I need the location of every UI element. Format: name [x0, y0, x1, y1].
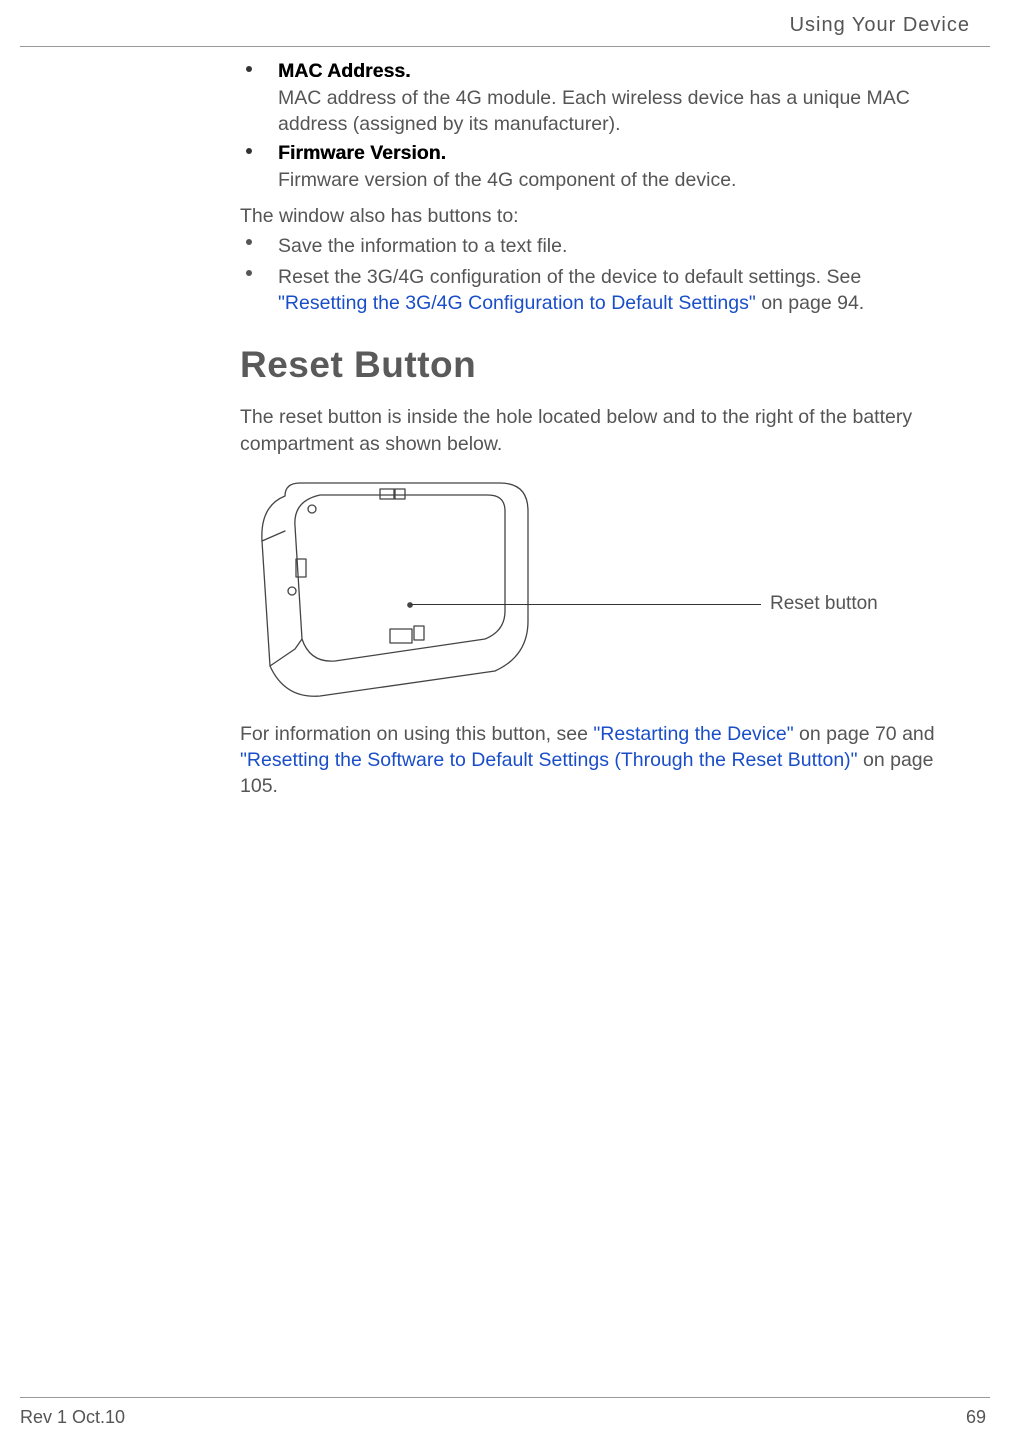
term-description: MAC address of the 4G module. Each wirel…	[278, 85, 940, 138]
closing-paragraph: For information on using this button, se…	[240, 721, 940, 800]
device-illustration	[240, 471, 540, 701]
header-rule	[20, 46, 990, 47]
bullet-icon	[246, 66, 252, 72]
bullet-icon	[246, 270, 252, 276]
term-description: Firmware version of the 4G component of …	[278, 167, 940, 193]
cross-reference-link[interactable]: "Resetting the Software to Default Setti…	[240, 749, 858, 771]
action-text: Save the information to a text file.	[278, 235, 567, 257]
footer-rule	[20, 1397, 990, 1398]
cross-reference-link[interactable]: "Resetting the 3G/4G Configuration to De…	[278, 292, 756, 314]
list-item: Reset the 3G/4G configuration of the dev…	[240, 264, 940, 317]
list-item: Save the information to a text file.	[240, 233, 940, 259]
action-prefix: Reset the 3G/4G configuration of the dev…	[278, 266, 861, 288]
term: MAC Address	[278, 60, 405, 82]
action-suffix: on page 94.	[756, 292, 864, 314]
callout-label: Reset button	[770, 593, 878, 615]
page-number: 69	[966, 1407, 986, 1428]
closing-prefix: For information on using this button, se…	[240, 723, 593, 745]
cross-reference-link[interactable]: "Restarting the Device"	[593, 723, 793, 745]
footer-revision: Rev 1 Oct.10	[20, 1407, 125, 1428]
list-item: MAC Address. MAC address of the 4G modul…	[240, 60, 940, 138]
section-heading: Reset Button	[240, 344, 940, 386]
running-header: Using Your Device	[790, 14, 970, 37]
bullet-icon	[246, 239, 252, 245]
bullet-icon	[246, 148, 252, 154]
figure: Reset button	[240, 471, 940, 711]
definition-list: MAC Address. MAC address of the 4G modul…	[240, 60, 940, 193]
section-paragraph: The reset button is inside the hole loca…	[240, 404, 940, 457]
content-area: MAC Address. MAC address of the 4G modul…	[240, 60, 940, 800]
callout-leader-line	[411, 604, 761, 605]
term: Firmware Version	[278, 142, 441, 164]
intro-paragraph: The window also has buttons to:	[240, 203, 940, 229]
action-list: Save the information to a text file. Res…	[240, 233, 940, 316]
document-page: Using Your Device MAC Address. MAC addre…	[0, 0, 1010, 1442]
closing-mid: on page 70 and	[794, 723, 935, 745]
list-item: Firmware Version. Firmware version of th…	[240, 142, 940, 193]
